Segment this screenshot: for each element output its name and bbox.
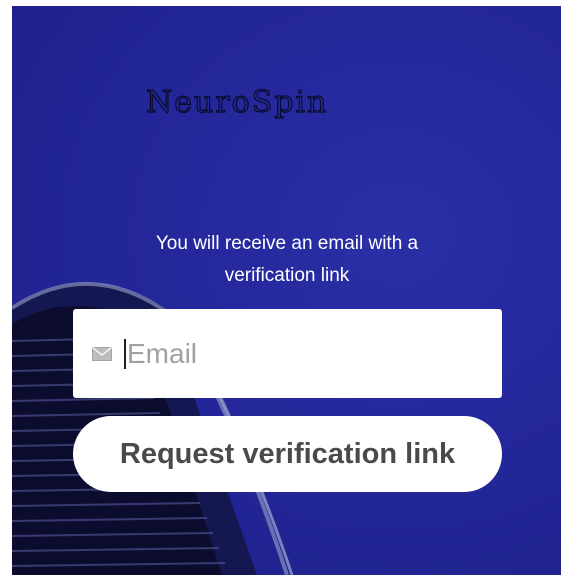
neurospin-logo: NeuroSpin [145, 84, 328, 120]
login-panel: NeuroSpin You will receive an email with… [12, 6, 561, 575]
email-field[interactable] [73, 309, 502, 398]
instruction-line-1: You will receive an email with a [155, 233, 419, 254]
instruction-message: You will receive an email with a verific… [72, 228, 502, 292]
envelope-icon [92, 346, 112, 361]
request-verification-link-button[interactable]: Request verification link [73, 416, 502, 492]
svg-text:NeuroSpin: NeuroSpin [146, 85, 328, 120]
instruction-line-2: verification link [224, 265, 350, 286]
email-input[interactable] [127, 333, 467, 374]
text-cursor [124, 338, 126, 369]
